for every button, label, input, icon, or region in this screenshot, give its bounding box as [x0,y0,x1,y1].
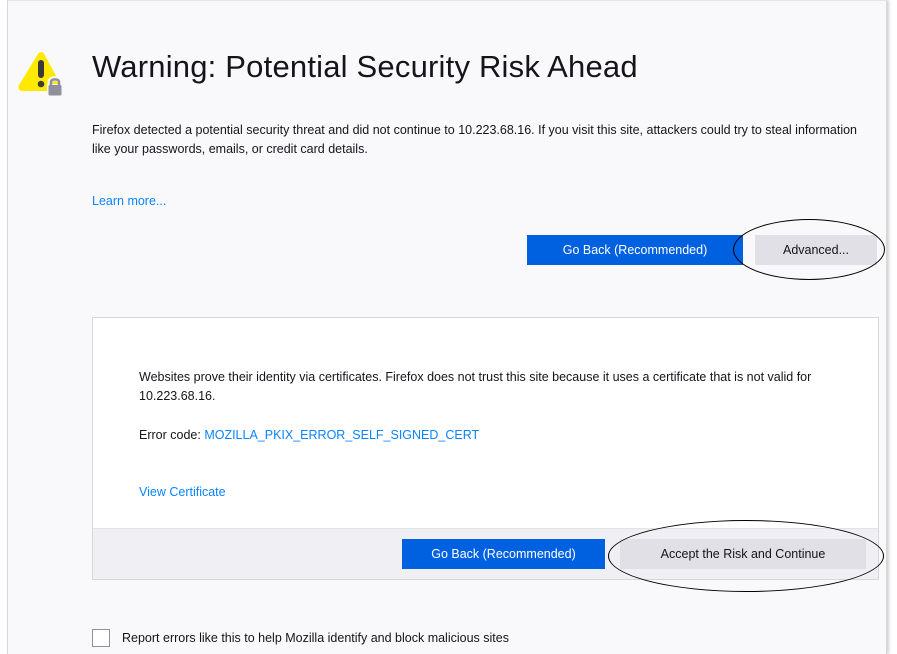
warning-lock-icon [18,52,63,97]
go-back-button[interactable]: Go Back (Recommended) [527,235,743,265]
go-back-button-secondary[interactable]: Go Back (Recommended) [402,539,605,569]
report-errors-row: Report errors like this to help Mozilla … [92,628,509,648]
error-code-link[interactable]: MOZILLA_PKIX_ERROR_SELF_SIGNED_CERT [204,428,479,442]
advanced-panel: Websites prove their identity via certif… [92,317,879,580]
report-errors-label: Report errors like this to help Mozilla … [122,631,509,645]
report-errors-checkbox[interactable] [92,629,110,647]
error-code-label: Error code: [139,428,205,442]
certificate-description: Websites prove their identity via certif… [139,370,812,403]
page-title: Warning: Potential Security Risk Ahead [92,49,638,84]
accept-risk-button[interactable]: Accept the Risk and Continue [620,539,866,569]
advanced-panel-footer: Go Back (Recommended) Accept the Risk an… [93,528,878,579]
intro-text: Firefox detected a potential security th… [92,123,858,156]
learn-more-link[interactable]: Learn more... [92,194,166,208]
advanced-button[interactable]: Advanced... [755,235,877,265]
error-code-line: Error code: MOZILLA_PKIX_ERROR_SELF_SIGN… [139,428,479,442]
error-page: Warning: Potential Security Risk Ahead F… [7,0,887,654]
view-certificate-link[interactable]: View Certificate [139,485,226,499]
